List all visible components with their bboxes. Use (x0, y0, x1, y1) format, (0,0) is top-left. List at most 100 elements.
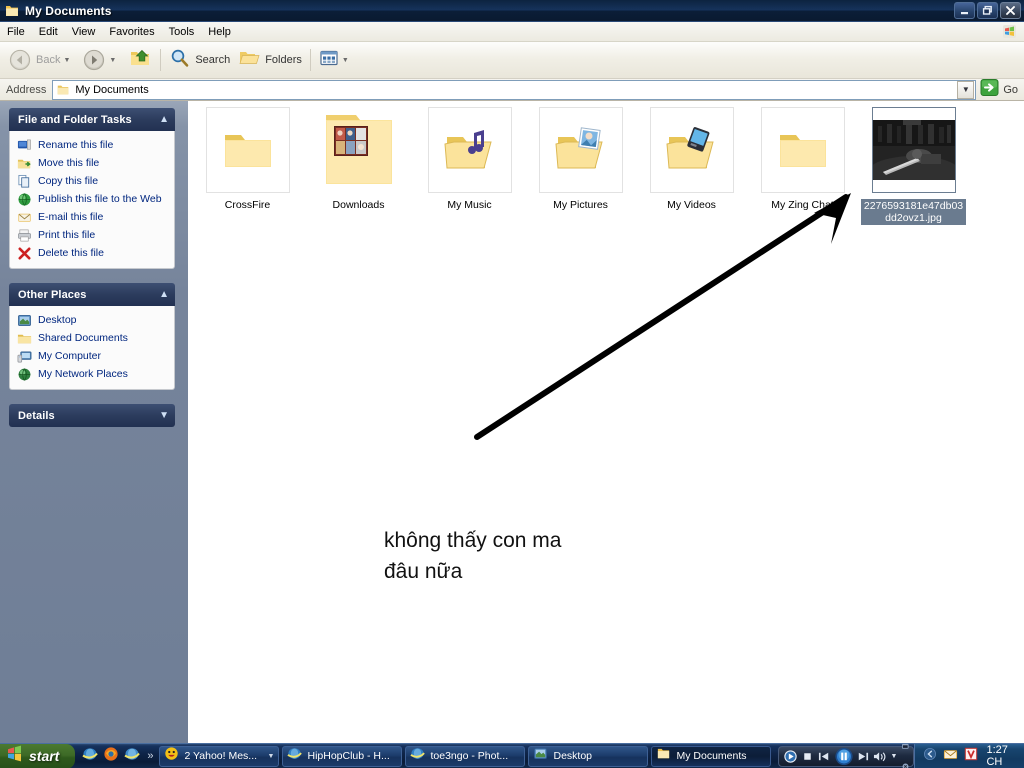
system-tray: 1:27 CH (914, 743, 1024, 768)
firefox-icon[interactable] (103, 746, 119, 767)
panel-header[interactable]: File and Folder Tasks ▲ (9, 108, 175, 131)
views-button[interactable]: ▼ (315, 45, 357, 75)
desktop-window-icon (533, 746, 548, 766)
back-label: Back (36, 54, 61, 66)
menu-view[interactable]: View (65, 24, 103, 40)
place-shared-documents[interactable]: Shared Documents (16, 329, 170, 347)
file-item-my-videos[interactable]: My Videos (636, 107, 747, 225)
media-player-icon[interactable] (782, 749, 799, 764)
windows-flag-icon (6, 745, 25, 767)
internet-explorer-icon[interactable] (82, 746, 99, 767)
task-rename-this-file[interactable]: Rename this file (16, 136, 170, 154)
task-publish-this-file-to-the-web[interactable]: Publish this file to the Web (16, 190, 170, 208)
file-item-my-zing-chat[interactable]: My Zing Chat (747, 107, 858, 225)
panel-header[interactable]: Other Places ▲ (9, 283, 175, 306)
explorer-body: File and Folder Tasks ▲ Rename this file (0, 101, 1024, 743)
show-hidden-icon[interactable] (923, 747, 937, 766)
forward-arrow-icon (82, 48, 106, 72)
stop-icon[interactable] (799, 749, 816, 764)
folder-icon (56, 83, 70, 97)
file-item-my-pictures[interactable]: My Pictures (525, 107, 636, 225)
address-dropdown-button[interactable]: ▼ (957, 80, 975, 99)
quick-launch-overflow[interactable]: » (147, 750, 153, 762)
chevron-down-icon[interactable]: ▼ (264, 753, 275, 760)
menu-edit[interactable]: Edit (32, 24, 65, 40)
place-label: My Computer (38, 350, 102, 362)
taskbar-item-yahoo-messenger[interactable]: 2 Yahoo! Mes... ▼ (159, 745, 280, 767)
place-my-computer[interactable]: My Computer (16, 347, 170, 365)
thumbnail (760, 107, 845, 193)
folder-plain-icon (779, 135, 826, 167)
task-label: Copy this file (38, 175, 99, 187)
volume-icon[interactable] (871, 749, 888, 764)
publish-web-icon (16, 191, 32, 207)
taskbar-item-my-documents[interactable]: My Documents (651, 745, 772, 767)
folder-videos-icon (665, 127, 714, 169)
taskbar-clock[interactable]: 1:27 CH (986, 744, 1017, 768)
menu-favorites[interactable]: Favorites (102, 24, 161, 40)
panel-header[interactable]: Details ▼ (9, 404, 175, 427)
chevron-up-icon[interactable]: ▲ (159, 289, 169, 300)
chevron-down-icon[interactable]: ▼ (159, 410, 169, 421)
place-desktop[interactable]: Desktop (16, 311, 170, 329)
close-button[interactable] (1000, 2, 1021, 19)
restore-button[interactable] (977, 2, 998, 19)
place-label: Desktop (38, 314, 77, 326)
annotation-line-2: đâu nữa (384, 560, 463, 583)
menu-file[interactable]: File (0, 24, 32, 40)
search-button[interactable]: Search (165, 45, 234, 75)
file-item-selected-image[interactable]: 2276593181e47db03dd2ovz1.jpg (858, 107, 969, 225)
restore-band-icon[interactable] (901, 737, 910, 755)
address-label: Address (6, 83, 47, 96)
forward-button[interactable]: ▼ (78, 45, 124, 75)
start-button[interactable]: start (0, 743, 76, 768)
chevron-down-icon[interactable]: ▼ (109, 57, 116, 64)
folder-plain-icon (224, 135, 271, 167)
yahoo-messenger-icon (164, 746, 179, 766)
views-icon (319, 49, 339, 72)
up-button[interactable] (124, 45, 156, 75)
next-icon[interactable] (854, 749, 871, 764)
taskbar-item-desktop[interactable]: Desktop (528, 745, 649, 767)
chevron-down-icon[interactable]: ▼ (342, 57, 349, 64)
chevron-up-icon[interactable]: ▲ (159, 114, 169, 125)
taskbar-item-label: Desktop (553, 750, 593, 762)
shared-folder-icon (16, 330, 32, 346)
taskbar-item-toe3ngo-photo[interactable]: toe3ngo - Phot... (405, 745, 526, 767)
windows-flag-icon[interactable] (997, 23, 1021, 41)
taskbar-item-hiphopclub[interactable]: HipHopClub - H... (282, 745, 403, 767)
go-button[interactable]: Go (976, 78, 1024, 102)
taskbar-item-label: My Documents (676, 750, 747, 762)
task-email-this-file[interactable]: E-mail this file (16, 208, 170, 226)
task-print-this-file[interactable]: Print this file (16, 226, 170, 244)
annotation-text: không thấy con ma đâu nữa (384, 525, 704, 587)
task-delete-this-file[interactable]: Delete this file (16, 244, 170, 262)
chevron-down-icon[interactable]: ▼ (63, 57, 70, 64)
file-item-downloads[interactable]: Downloads (303, 107, 414, 225)
task-copy-this-file[interactable]: Copy this file (16, 172, 170, 190)
file-item-my-music[interactable]: My Music (414, 107, 525, 225)
mail-icon[interactable] (943, 747, 958, 766)
volume-caret-icon[interactable]: ▼ (888, 749, 899, 764)
place-label: Shared Documents (38, 332, 128, 344)
menu-bar: File Edit View Favorites Tools Help (0, 22, 1024, 42)
back-button[interactable]: Back ▼ (4, 45, 78, 75)
magnifier-icon (169, 47, 191, 74)
place-my-network-places[interactable]: My Network Places (16, 365, 170, 383)
task-label: Rename this file (38, 139, 114, 151)
rename-icon (16, 137, 32, 153)
menu-tools[interactable]: Tools (162, 24, 202, 40)
previous-icon[interactable] (816, 749, 833, 764)
internet-explorer-icon[interactable] (124, 746, 141, 767)
antivirus-v-icon[interactable] (964, 747, 978, 766)
menu-help[interactable]: Help (201, 24, 238, 40)
task-move-this-file[interactable]: Move this file (16, 154, 170, 172)
close-band-icon[interactable] (901, 757, 910, 768)
task-label: Print this file (38, 229, 96, 241)
pause-icon[interactable] (833, 747, 854, 765)
minimize-button[interactable] (954, 2, 975, 19)
file-item-crossfire[interactable]: CrossFire (192, 107, 303, 225)
folders-button[interactable]: Folders (234, 45, 306, 75)
address-input[interactable]: My Documents ▼ (52, 79, 977, 100)
file-list-pane[interactable]: CrossFire Downloads My Music My Pictures… (188, 101, 1024, 743)
